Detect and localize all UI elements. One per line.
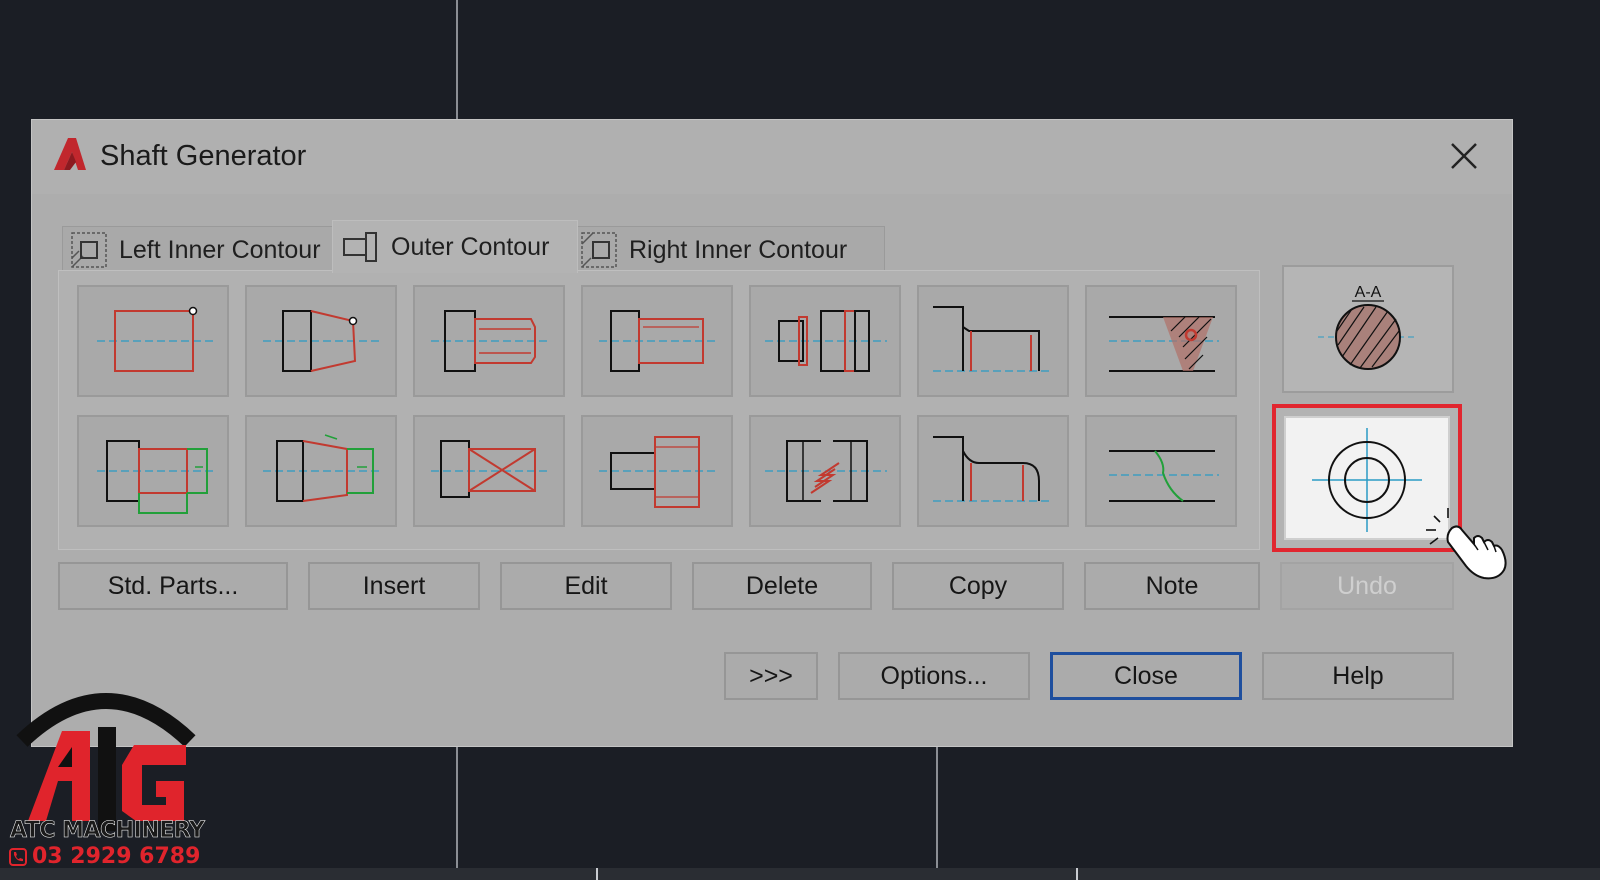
right-inner-contour-icon bbox=[581, 232, 617, 268]
fillet-icon bbox=[933, 306, 1053, 372]
break-icon bbox=[1109, 316, 1219, 372]
tab-label: Outer Contour bbox=[391, 232, 550, 261]
cylinder-icon bbox=[97, 306, 213, 372]
outer-contour-tool-panel bbox=[58, 270, 1260, 550]
keyway-tool-button[interactable] bbox=[749, 415, 901, 527]
chamfer-tool-button[interactable] bbox=[77, 415, 229, 527]
cone-chamfer-icon bbox=[263, 434, 381, 502]
title-bar: Shaft Generator bbox=[32, 120, 1512, 194]
dialog-title: Shaft Generator bbox=[100, 140, 307, 172]
tab-outer-contour[interactable]: Outer Contour bbox=[332, 220, 578, 273]
viewport-tick bbox=[596, 868, 598, 880]
viewport-line bbox=[936, 746, 938, 868]
keyway-icon bbox=[765, 440, 887, 502]
section-view-tool-button[interactable]: A-A bbox=[1282, 265, 1454, 393]
shaft-generator-dialog: Shaft Generator Left Inner Contour Outer… bbox=[32, 120, 1512, 746]
viewport-tick bbox=[1076, 868, 1078, 880]
break-tool-button[interactable] bbox=[1085, 285, 1237, 397]
help-button[interactable]: Help bbox=[1262, 652, 1454, 700]
fillet-tool-button[interactable] bbox=[917, 285, 1069, 397]
section-view-icon: A-A bbox=[1318, 284, 1418, 370]
close-button[interactable]: Close bbox=[1050, 652, 1242, 700]
chamfer-icon bbox=[97, 440, 213, 514]
outer-contour-icon bbox=[343, 232, 377, 262]
brand-phone: 03 2929 6789 bbox=[8, 844, 200, 869]
relief-groove-tool-button[interactable] bbox=[917, 415, 1069, 527]
note-button[interactable]: Note bbox=[1084, 562, 1260, 610]
viewport-scrollbar bbox=[0, 868, 1600, 880]
section-view-label: A-A bbox=[1355, 284, 1382, 301]
bottom-strip bbox=[0, 880, 1600, 896]
insert-button[interactable]: Insert bbox=[308, 562, 480, 610]
shaft-break-icon bbox=[1109, 450, 1219, 502]
std-parts-button[interactable]: Std. Parts... bbox=[58, 562, 288, 610]
undercut-tool-button[interactable] bbox=[581, 415, 733, 527]
shaft-break-tool-button[interactable] bbox=[1085, 415, 1237, 527]
tab-label: Right Inner Contour bbox=[629, 235, 848, 264]
copy-button[interactable]: Copy bbox=[892, 562, 1064, 610]
expand-button[interactable]: >>> bbox=[724, 652, 818, 700]
viewport-line bbox=[456, 746, 458, 868]
phone-icon bbox=[9, 847, 27, 866]
delete-button[interactable]: Delete bbox=[692, 562, 872, 610]
relief-groove-icon bbox=[933, 436, 1053, 502]
tab-left-inner-contour[interactable]: Left Inner Contour bbox=[62, 226, 370, 273]
tab-right-inner-contour[interactable]: Right Inner Contour bbox=[572, 226, 885, 273]
undercut-icon bbox=[599, 436, 717, 508]
cone-chamfer-tool-button[interactable] bbox=[245, 415, 397, 527]
cylinder-tool-button[interactable] bbox=[77, 285, 229, 397]
groove-tool-button[interactable] bbox=[749, 285, 901, 397]
autocad-a-icon bbox=[54, 138, 86, 170]
options-button[interactable]: Options... bbox=[838, 652, 1030, 700]
edit-button[interactable]: Edit bbox=[500, 562, 672, 610]
thread-tool-button[interactable] bbox=[413, 415, 565, 527]
cone-icon bbox=[263, 310, 381, 372]
close-icon[interactable] bbox=[1444, 136, 1484, 176]
cone-tool-button[interactable] bbox=[245, 285, 397, 397]
hand-pointer-icon bbox=[1426, 508, 1507, 580]
phone-number: 03 2929 6789 bbox=[32, 844, 201, 869]
profile-icon bbox=[599, 310, 717, 372]
left-inner-contour-icon bbox=[71, 232, 107, 268]
groove-icon bbox=[765, 310, 887, 372]
tab-label: Left Inner Contour bbox=[119, 235, 321, 264]
brand-name: ATC MACHINERY bbox=[10, 818, 205, 844]
profile-tool-button[interactable] bbox=[581, 285, 733, 397]
viewport-line bbox=[456, 0, 458, 120]
thread-icon bbox=[431, 440, 549, 498]
polygon-tool-button[interactable] bbox=[413, 285, 565, 397]
polygon-icon bbox=[431, 310, 549, 372]
